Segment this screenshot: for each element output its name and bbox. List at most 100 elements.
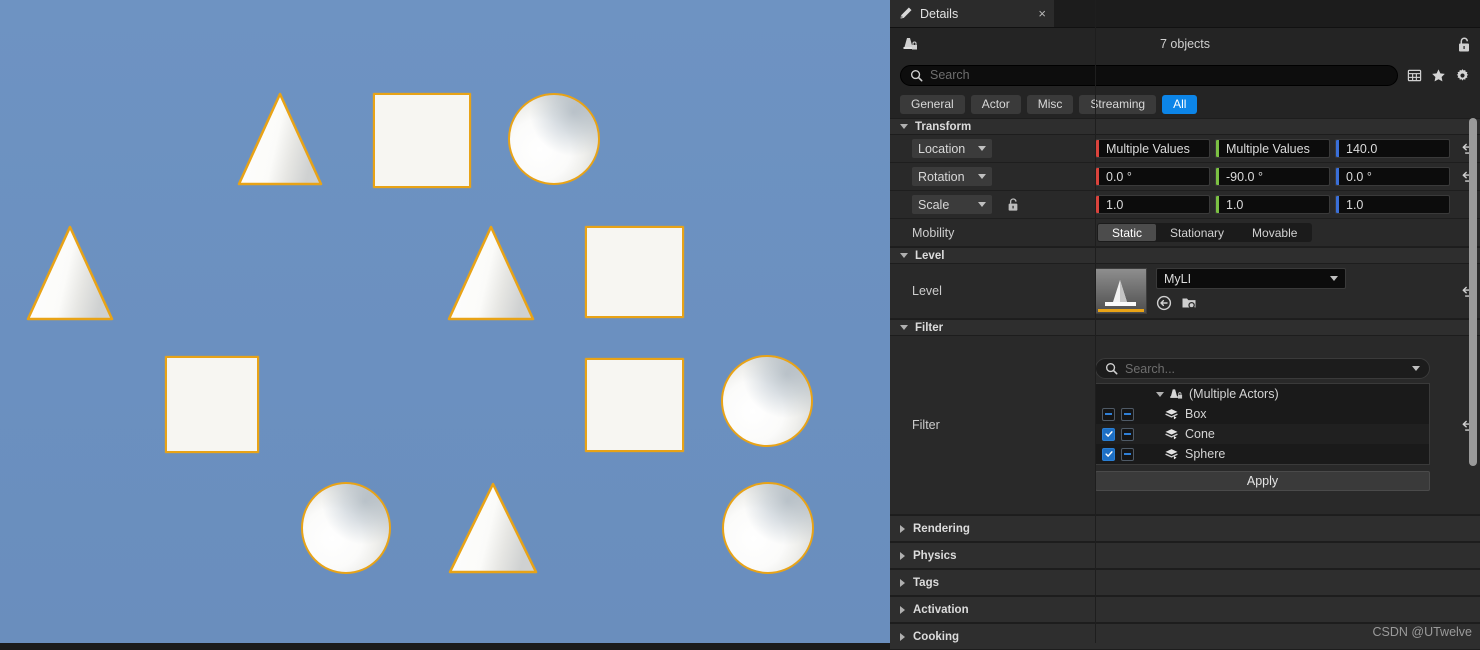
filter-tree-item[interactable]: Cone	[1096, 424, 1429, 444]
section-header-tags[interactable]: Tags	[890, 569, 1480, 596]
viewport-shape-sphere[interactable]	[301, 482, 391, 574]
section-header-filter[interactable]: Filter	[890, 319, 1480, 336]
tab-details[interactable]: Details ×	[890, 0, 1054, 27]
filter-tree-item[interactable]: Sphere	[1096, 444, 1429, 464]
viewport-shape-sphere[interactable]	[722, 482, 814, 574]
viewport-shape-sphere[interactable]	[508, 93, 600, 185]
layers-icon	[1164, 408, 1179, 421]
panel-tab-strip: Details ×	[890, 0, 1480, 28]
location-mode-combo[interactable]: Location	[912, 139, 992, 158]
chevron-down-icon[interactable]	[1156, 392, 1164, 397]
filter-tree-root-label: (Multiple Actors)	[1189, 387, 1279, 401]
rotation-x-input[interactable]: 0.0 °	[1095, 167, 1210, 186]
chevron-down-icon[interactable]	[1412, 366, 1420, 371]
filter-tree-item-label: Sphere	[1185, 447, 1225, 461]
location-z-input[interactable]: 140.0	[1335, 139, 1450, 158]
apply-button[interactable]: Apply	[1095, 471, 1430, 491]
rotation-mode-label: Rotation	[918, 170, 965, 184]
section-header-physics[interactable]: Physics	[890, 542, 1480, 569]
details-panel: Details × 7 objects	[890, 0, 1480, 643]
details-scrollbar[interactable]	[1469, 118, 1477, 466]
filter-checkbox-lock-cone[interactable]	[1121, 428, 1134, 441]
viewport-shape-box[interactable]	[585, 358, 684, 452]
section-header-activation[interactable]: Activation	[890, 596, 1480, 623]
filter-checkbox-visible-box[interactable]	[1102, 408, 1115, 421]
viewport-shape-cone[interactable]	[447, 225, 535, 321]
viewport-shape-cone[interactable]	[237, 92, 323, 186]
filter-tree-root[interactable]: (Multiple Actors)	[1096, 384, 1429, 404]
scale-y-input[interactable]: 1.0	[1215, 195, 1330, 214]
rotation-x-value: 0.0 °	[1099, 170, 1132, 184]
category-filter-all[interactable]: All	[1162, 95, 1197, 114]
section-header-level[interactable]: Level	[890, 247, 1480, 264]
level-select-value: MyLI	[1164, 272, 1191, 286]
close-icon[interactable]: ×	[1038, 7, 1046, 20]
filter-checkbox-lock-box[interactable]	[1121, 408, 1134, 421]
scale-y-value: 1.0	[1219, 198, 1243, 212]
category-filter-misc[interactable]: Misc	[1027, 95, 1074, 114]
level-thumbnail-icon[interactable]	[1095, 268, 1147, 314]
level-select[interactable]: MyLI	[1156, 268, 1346, 289]
search-input[interactable]: Search	[900, 65, 1398, 86]
filter-checkbox-visible-sphere[interactable]	[1102, 448, 1115, 461]
filter-label: Filter	[890, 418, 1095, 432]
section-header-rendering[interactable]: Rendering	[890, 515, 1480, 542]
scale-lock-icon[interactable]	[1006, 197, 1020, 212]
location-y-input[interactable]: Multiple Values	[1215, 139, 1330, 158]
use-selected-asset-icon[interactable]	[1156, 295, 1172, 311]
layers-icon	[1164, 448, 1179, 461]
scale-mode-label: Scale	[918, 198, 949, 212]
viewport-shape-box[interactable]	[373, 93, 471, 188]
section-header-transform[interactable]: Transform	[890, 118, 1480, 135]
location-x-input[interactable]: Multiple Values	[1095, 139, 1210, 158]
rotation-y-input[interactable]: -90.0 °	[1215, 167, 1330, 186]
filter-row: Filter Search...	[890, 336, 1480, 515]
chevron-down-icon	[900, 124, 908, 129]
favorites-star-icon[interactable]	[1431, 68, 1446, 83]
filter-checkbox-lock-sphere[interactable]	[1121, 448, 1134, 461]
mobility-row: Mobility StaticStationaryMovable	[890, 219, 1480, 247]
filter-actor-tree: (Multiple Actors) Box	[1095, 383, 1430, 465]
scale-x-value: 1.0	[1099, 198, 1123, 212]
filter-tree-item[interactable]: Box	[1096, 404, 1429, 424]
viewport-shape-box[interactable]	[165, 356, 259, 453]
scale-mode-combo[interactable]: Scale	[912, 195, 992, 214]
transform-label-rotation: Rotation	[890, 167, 1095, 186]
view-options-gear-icon[interactable]	[1455, 68, 1470, 83]
category-filter-actor[interactable]: Actor	[971, 95, 1021, 114]
filter-search-input[interactable]: Search...	[1095, 358, 1430, 379]
details-pencil-icon	[898, 6, 913, 21]
mobility-option-static[interactable]: Static	[1098, 224, 1156, 241]
multiple-actors-icon	[1169, 387, 1184, 401]
transform-row-scale: Scale 1.0 1.0 1.0	[890, 191, 1480, 219]
chevron-right-icon	[900, 525, 905, 533]
level-viewport[interactable]	[0, 0, 890, 643]
viewport-shape-box[interactable]	[585, 226, 684, 318]
mobility-option-movable[interactable]: Movable	[1238, 224, 1311, 241]
rotation-mode-combo[interactable]: Rotation	[912, 167, 992, 186]
mobility-toggle-group[interactable]: StaticStationaryMovable	[1097, 223, 1312, 242]
browse-to-asset-icon[interactable]	[1181, 295, 1198, 311]
viewport-shape-cone[interactable]	[26, 225, 114, 321]
category-filter-streaming[interactable]: Streaming	[1079, 95, 1156, 114]
column-settings-icon[interactable]	[1407, 68, 1422, 83]
transform-rows: Location Multiple Values Multiple Values…	[890, 135, 1480, 219]
filter-checkbox-visible-cone[interactable]	[1102, 428, 1115, 441]
level-label: Level	[890, 284, 1095, 298]
scale-x-input[interactable]: 1.0	[1095, 195, 1210, 214]
viewport-shape-cone[interactable]	[448, 482, 538, 574]
viewport-shape-sphere[interactable]	[721, 355, 813, 447]
layers-icon	[1164, 428, 1179, 441]
unlock-icon[interactable]	[1456, 36, 1472, 53]
filter-tree-item-label: Box	[1185, 407, 1207, 421]
category-filter-general[interactable]: General	[900, 95, 965, 114]
chevron-down-icon	[978, 202, 986, 207]
chevron-down-icon	[900, 253, 908, 258]
mobility-option-stationary[interactable]: Stationary	[1156, 224, 1238, 241]
section-title-activation: Activation	[913, 604, 969, 616]
filter-search-placeholder: Search...	[1125, 362, 1405, 376]
object-count-label: 7 objects	[890, 37, 1480, 51]
scale-z-input[interactable]: 1.0	[1335, 195, 1450, 214]
section-title-rendering: Rendering	[913, 523, 970, 535]
rotation-z-input[interactable]: 0.0 °	[1335, 167, 1450, 186]
